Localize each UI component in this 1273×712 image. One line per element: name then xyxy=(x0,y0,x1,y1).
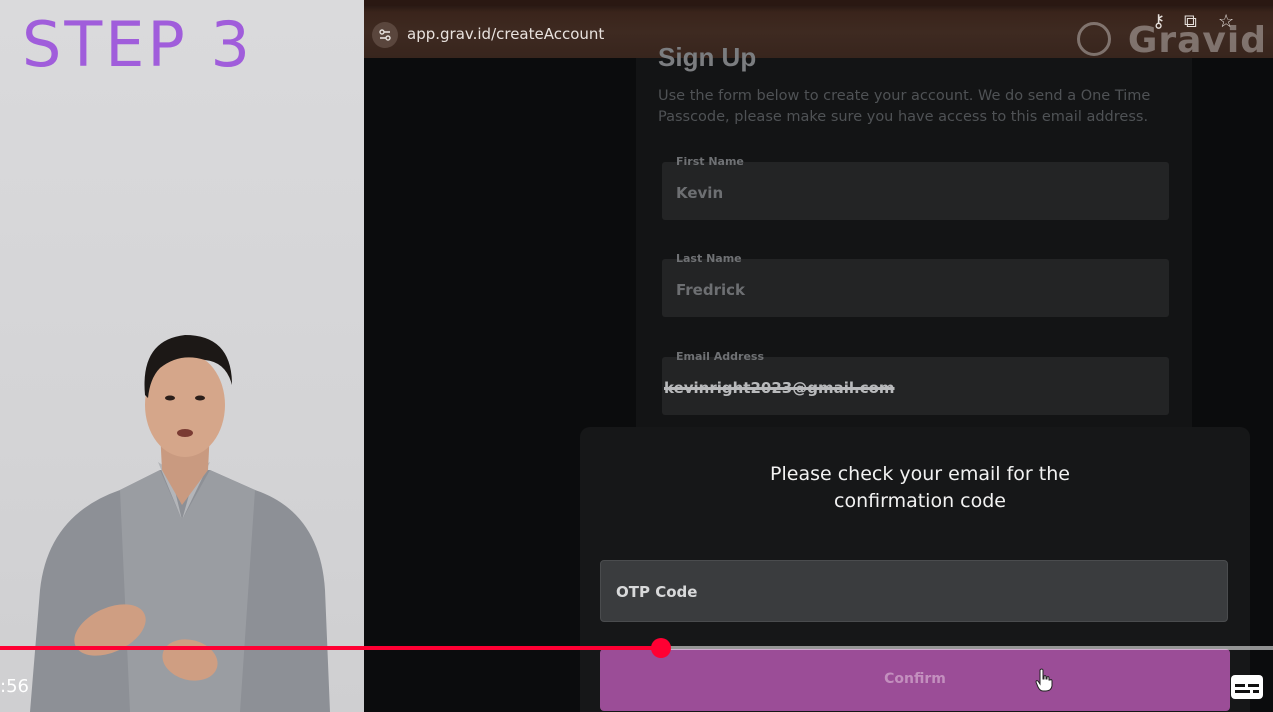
first-name-field[interactable]: First Name Kevin xyxy=(662,155,1169,220)
gravid-logo-icon xyxy=(1077,22,1111,56)
email-label: Email Address xyxy=(676,350,765,363)
star-icon[interactable]: ☆ xyxy=(1218,12,1234,30)
install-icon[interactable]: ⧉ xyxy=(1184,12,1197,30)
hand-cursor-icon xyxy=(1035,668,1053,692)
key-icon[interactable]: ⚷ xyxy=(1152,12,1165,30)
otp-message: Please check your email for the confirma… xyxy=(700,461,1140,515)
confirm-label: Confirm xyxy=(884,671,946,687)
signup-form-card: Sign Up Use the form below to create you… xyxy=(636,42,1192,438)
otp-modal: Please check your email for the confirma… xyxy=(580,427,1250,712)
email-field[interactable]: Email Address kevinright2023@gmail.com xyxy=(662,350,1169,415)
otp-code-input[interactable]: OTP Code xyxy=(600,560,1228,622)
presenter-figure xyxy=(30,335,330,712)
url-field[interactable]: app.grav.id/createAccount xyxy=(407,25,604,43)
confirm-button[interactable]: Confirm xyxy=(600,649,1230,711)
time-display: :56 xyxy=(0,676,29,697)
first-name-value: Kevin xyxy=(676,184,724,202)
signup-heading: Sign Up xyxy=(658,42,757,72)
last-name-value: Fredrick xyxy=(676,281,746,299)
otp-message-line1: Please check your email for the xyxy=(770,463,1070,485)
subtitles-icon[interactable] xyxy=(1230,674,1264,700)
progress-scrubber[interactable] xyxy=(650,638,671,658)
url-path: /createAccount xyxy=(491,25,605,43)
signup-description: Use the form below to create your accoun… xyxy=(658,88,1151,125)
email-value: kevinright2023@gmail.com xyxy=(664,379,895,397)
tune-icon[interactable] xyxy=(372,22,398,48)
step-title: STEP 3 xyxy=(22,8,253,81)
video-progress-bar[interactable] xyxy=(0,638,1273,658)
url-host: app.grav.id xyxy=(407,25,492,43)
browser-address-bar: app.grav.id/createAccount Gravid ⚷ ⧉ ☆ xyxy=(364,0,1273,61)
otp-placeholder: OTP Code xyxy=(616,583,698,601)
presenter-panel: STEP 3 xyxy=(0,0,364,712)
last-name-label: Last Name xyxy=(676,252,742,265)
screen-recording: app.grav.id/createAccount Gravid ⚷ ⧉ ☆ S… xyxy=(364,0,1273,712)
progress-played xyxy=(0,646,661,650)
watermark-text: Gravid xyxy=(1127,20,1267,61)
first-name-label: First Name xyxy=(676,155,744,168)
gravid-watermark: Gravid xyxy=(1077,20,1267,61)
otp-message-line2: confirmation code xyxy=(834,490,1006,512)
last-name-field[interactable]: Last Name Fredrick xyxy=(662,252,1169,317)
